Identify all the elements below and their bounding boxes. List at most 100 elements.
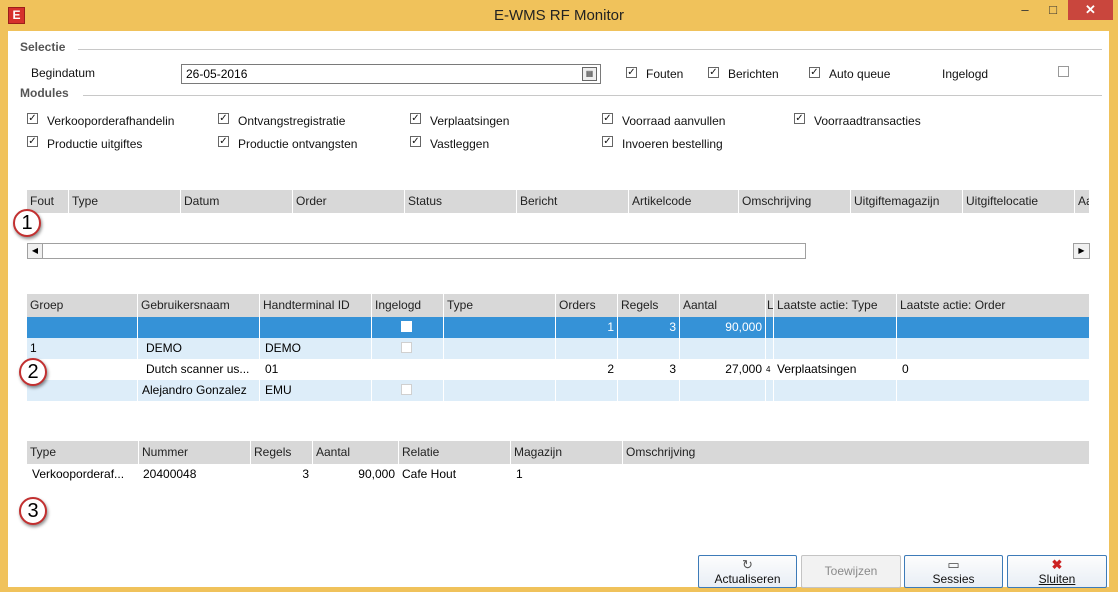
annotation-badge-1: 1	[13, 209, 41, 237]
column-header[interactable]: Groep	[27, 294, 138, 317]
module-checkbox[interactable]: ✓	[27, 136, 38, 147]
folder-icon: ▭	[947, 557, 960, 572]
title-bar: E E-WMS RF Monitor – □ ✕	[0, 0, 1118, 31]
column-header[interactable]: Artikelcode	[629, 190, 739, 213]
table-row[interactable]: 1 3 90,000	[27, 317, 1090, 338]
ingelogd-checkbox[interactable]	[1058, 66, 1069, 77]
column-header[interactable]: Orders	[556, 294, 618, 317]
actualiseren-button[interactable]: ↻ Actualiseren	[698, 555, 797, 588]
toewijzen-button[interactable]: Toewijzen	[801, 555, 901, 588]
ingelogd-cell-checkbox[interactable]	[401, 342, 412, 353]
module-checkbox[interactable]: ✓	[602, 113, 613, 124]
column-header[interactable]: Ingelogd	[372, 294, 444, 317]
table-cell: 0	[897, 359, 1090, 380]
table-cell: 20400048	[139, 464, 251, 485]
ingelogd-cell	[372, 338, 444, 359]
table-cell: 3	[251, 464, 313, 485]
column-header[interactable]: Regels	[251, 441, 313, 464]
module-checkbox[interactable]: ✓	[794, 113, 805, 124]
column-header[interactable]: Magazijn	[511, 441, 623, 464]
column-header[interactable]: Status	[405, 190, 517, 213]
table-cell	[774, 380, 897, 401]
table-cell	[556, 338, 618, 359]
table-row[interactable]: 1 DEMO DEMO	[27, 338, 1090, 359]
table-cell: 1	[27, 338, 138, 359]
module-checkbox[interactable]: ✓	[218, 113, 229, 124]
column-header[interactable]: Type	[444, 294, 556, 317]
ingelogd-cell	[372, 359, 444, 380]
auto-queue-checkbox[interactable]: ✓	[809, 67, 820, 78]
module-label: Verkooporderafhandelin	[47, 114, 175, 128]
table-cell: 1	[556, 317, 618, 338]
close-icon: ✖	[1051, 557, 1063, 572]
module-label: Vastleggen	[430, 137, 490, 151]
column-header[interactable]: Bericht	[517, 190, 629, 213]
window-close-button[interactable]: ✕	[1068, 0, 1113, 20]
begindatum-label: Begindatum	[31, 66, 96, 80]
column-header[interactable]: Uitgiftelocatie	[963, 190, 1075, 213]
module-checkbox[interactable]: ✓	[410, 136, 421, 147]
scroll-left-icon[interactable]: ◀	[28, 244, 43, 258]
table-cell	[444, 317, 556, 338]
module-checkbox[interactable]: ✓	[27, 113, 38, 124]
modules-divider	[83, 95, 1102, 96]
fouten-checkbox[interactable]: ✓	[626, 67, 637, 78]
table-cell	[27, 380, 138, 401]
fouten-label: Fouten	[646, 67, 684, 81]
column-header[interactable]: Aantal	[680, 294, 766, 317]
table-cell	[623, 464, 1090, 485]
sluiten-button[interactable]: ✖ Sluiten	[1007, 555, 1107, 588]
begindatum-field[interactable]: 26-05-2016 ▦	[181, 64, 601, 84]
scroll-right-icon[interactable]: ▶	[1073, 243, 1090, 259]
minimize-button[interactable]: –	[1012, 0, 1038, 20]
column-header[interactable]: Aa	[1075, 190, 1090, 213]
column-header[interactable]: Uitgiftemagazijn	[851, 190, 963, 213]
table-row[interactable]: Alejandro Gonzalez EMU	[27, 380, 1090, 401]
table-cell: 1	[511, 464, 623, 485]
module-checkbox[interactable]: ✓	[602, 136, 613, 147]
calendar-icon[interactable]: ▦	[582, 67, 597, 81]
table-cell	[774, 317, 897, 338]
column-header[interactable]: Laatste actie: Type	[774, 294, 897, 317]
ingelogd-cell-checkbox[interactable]	[401, 321, 412, 332]
column-header[interactable]: Regels	[618, 294, 680, 317]
column-header[interactable]: Datum	[181, 190, 293, 213]
column-header[interactable]: Omschrijving	[739, 190, 851, 213]
column-header[interactable]: Type	[69, 190, 181, 213]
sessies-button[interactable]: ▭ Sessies	[904, 555, 1003, 588]
table-cell	[766, 338, 774, 359]
column-header[interactable]: Type	[27, 441, 139, 464]
column-header[interactable]: Omschrijving	[623, 441, 1090, 464]
module-checkbox[interactable]: ✓	[218, 136, 229, 147]
module-label: Voorraad aanvullen	[622, 114, 726, 128]
selectie-divider	[78, 49, 1102, 50]
column-header[interactable]: Laatste actie: Order	[897, 294, 1090, 317]
column-header[interactable]: L	[766, 294, 774, 317]
column-header[interactable]: Aantal	[313, 441, 399, 464]
auto-queue-label: Auto queue	[829, 67, 891, 81]
column-header[interactable]: Order	[293, 190, 405, 213]
table-row[interactable]: Verkooporderaf... 20400048 3 90,000 Cafe…	[27, 464, 1090, 485]
messages-horizontal-scrollbar[interactable]: ◀	[27, 243, 806, 259]
table-cell: 3	[618, 317, 680, 338]
toewijzen-label: Toewijzen	[824, 564, 878, 578]
table-cell: 2	[556, 359, 618, 380]
column-header[interactable]: Handterminal ID	[260, 294, 372, 317]
column-header[interactable]: Gebruikersnaam	[138, 294, 260, 317]
refresh-icon: ↻	[742, 557, 753, 572]
table-cell	[897, 380, 1090, 401]
berichten-checkbox[interactable]: ✓	[708, 67, 719, 78]
module-checkbox[interactable]: ✓	[410, 113, 421, 124]
module-label: Productie uitgiftes	[47, 137, 143, 151]
table-cell	[680, 338, 766, 359]
table-row[interactable]: Dutch scanner us... 01 2 3 27,000 4 Verp…	[27, 359, 1090, 380]
table-cell	[897, 317, 1090, 338]
column-header[interactable]: Relatie	[399, 441, 511, 464]
column-header[interactable]: Nummer	[139, 441, 251, 464]
table-cell: 3	[618, 359, 680, 380]
maximize-button[interactable]: □	[1040, 0, 1066, 20]
module-label: Invoeren bestelling	[622, 137, 723, 151]
ingelogd-cell-checkbox[interactable]	[401, 384, 412, 395]
table-cell: EMU	[260, 380, 372, 401]
table-cell: Verkooporderaf...	[27, 464, 139, 485]
